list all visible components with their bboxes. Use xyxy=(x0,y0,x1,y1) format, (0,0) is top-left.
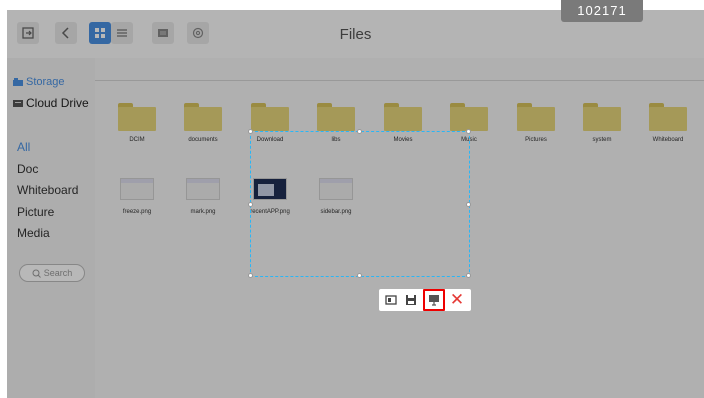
close-icon[interactable]: ✕ xyxy=(449,291,465,308)
save-icon xyxy=(406,295,416,305)
resize-handle[interactable] xyxy=(248,129,253,134)
save-button[interactable] xyxy=(403,292,419,308)
resize-handle[interactable] xyxy=(466,273,471,278)
resize-handle[interactable] xyxy=(466,202,471,207)
pin-icon xyxy=(429,295,439,306)
resize-handle[interactable] xyxy=(357,129,362,134)
resize-handle[interactable] xyxy=(248,273,253,278)
resize-handle[interactable] xyxy=(466,129,471,134)
crop-icon xyxy=(385,295,397,305)
crop-button[interactable] xyxy=(383,292,399,308)
files-app: Files Storage Cloud Drive All Doc Whiteb… xyxy=(7,10,704,398)
selection-region[interactable] xyxy=(248,129,471,278)
id-badge: 102171 xyxy=(561,0,643,22)
screenshot-toolbar: ✕ xyxy=(379,289,471,311)
resize-handle[interactable] xyxy=(248,202,253,207)
screen: Files Storage Cloud Drive All Doc Whiteb… xyxy=(0,0,704,398)
resize-handle[interactable] xyxy=(357,273,362,278)
pin-button[interactable] xyxy=(423,289,445,311)
